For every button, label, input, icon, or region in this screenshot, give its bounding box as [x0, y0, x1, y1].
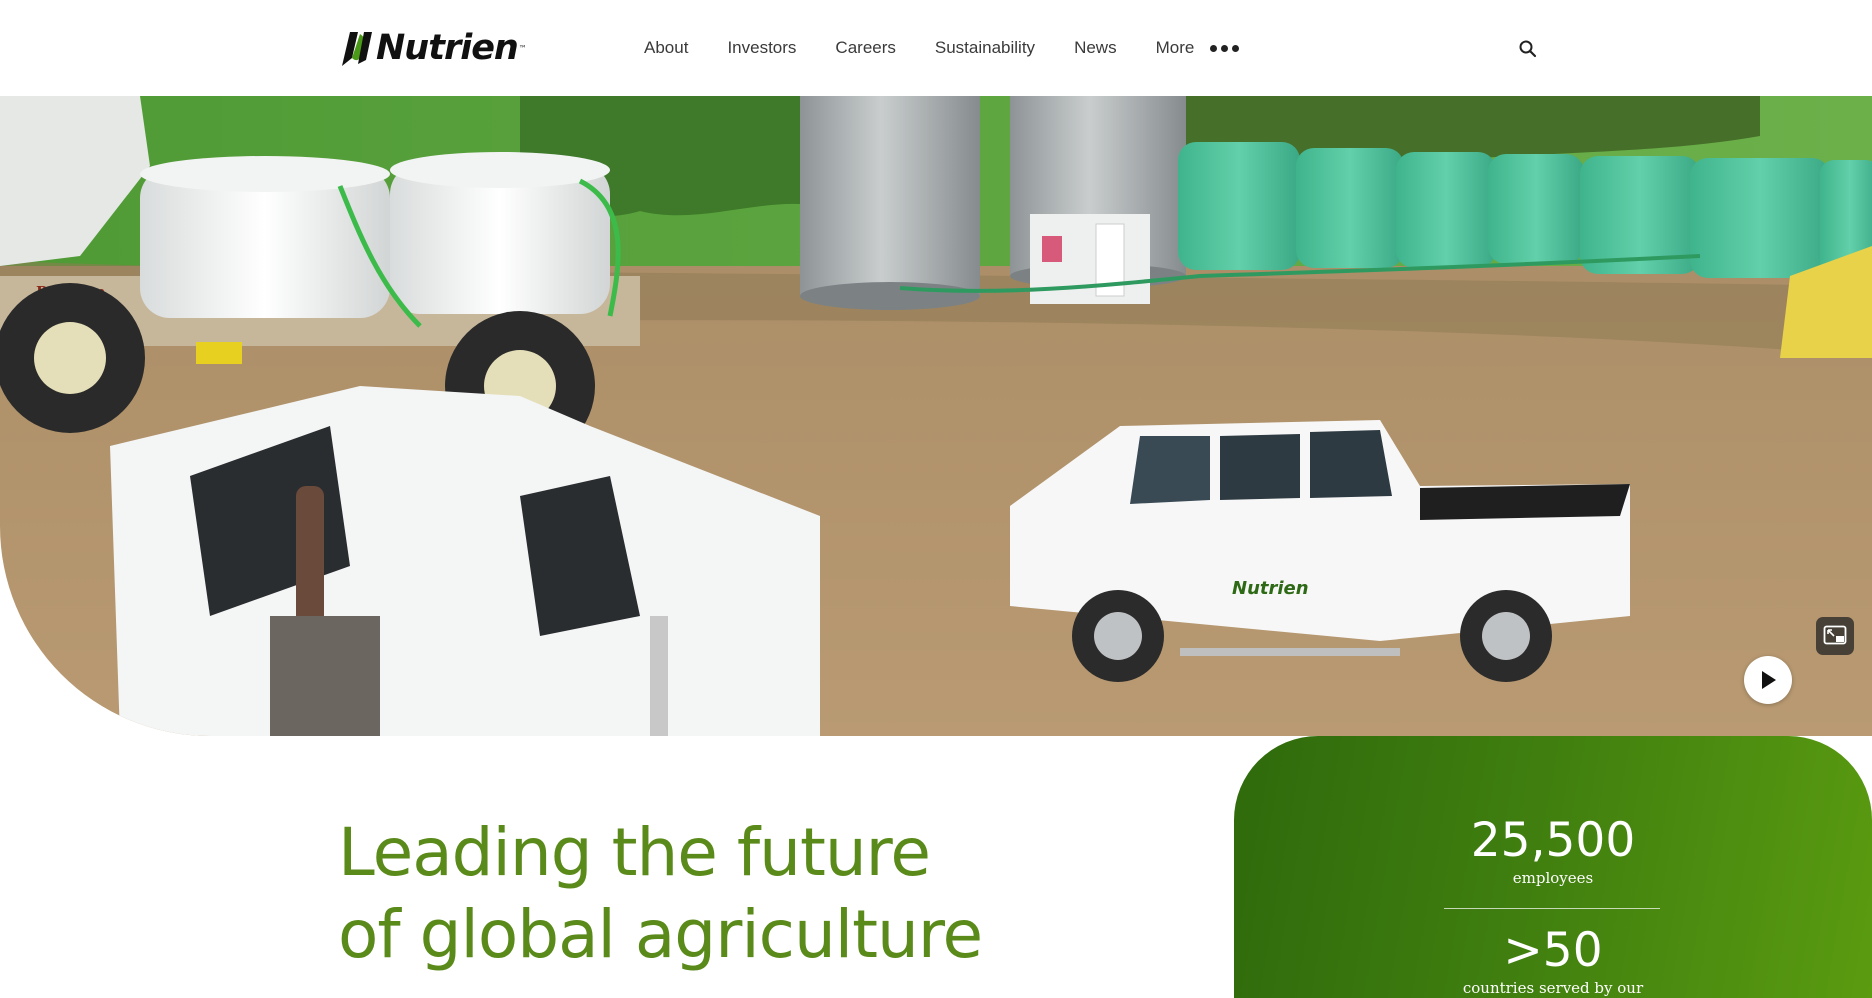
picture-in-picture-icon [1823, 625, 1847, 645]
truck-logo-text: Nutrien [1232, 578, 1309, 599]
nav-item-sustainability[interactable]: Sustainability [935, 38, 1035, 58]
play-button[interactable] [1744, 656, 1792, 704]
nav-item-about[interactable]: About [644, 38, 688, 58]
stat-divider [1444, 908, 1660, 909]
pip-toggle-button[interactable] [1816, 617, 1854, 655]
logo-wordmark: Nutrien [376, 28, 519, 68]
headline-line-1: Leading the future [338, 814, 931, 891]
logo-trademark: ™ [518, 43, 527, 53]
search-button[interactable] [1516, 37, 1540, 61]
stat-value: 25,500 [1470, 813, 1636, 868]
stat-label: countries served by our [1462, 979, 1644, 997]
main-nav: About Investors Careers Sustainability N… [644, 36, 1240, 60]
nav-item-news[interactable]: News [1074, 38, 1117, 58]
headline-line-2: of global agriculture [338, 896, 983, 973]
stat-value: >50 [1503, 923, 1603, 978]
stat-label: employees [1512, 869, 1594, 887]
nav-item-careers[interactable]: Careers [835, 38, 895, 58]
site-header: Nutrien ™ About Investors Careers Sustain… [0, 0, 1872, 96]
play-icon [1762, 671, 1776, 689]
hero-video[interactable]: Pattison Nutrien [0, 96, 1872, 736]
nutrien-leaf-icon [342, 32, 372, 66]
nav-more-label: More [1155, 38, 1195, 57]
nutrien-logo[interactable]: Nutrien ™ [340, 24, 527, 72]
search-icon [1519, 40, 1537, 58]
stat-countries: >50 countries served by our [1444, 924, 1662, 998]
hero-headline: Leading the future of global agriculture [338, 812, 983, 976]
nav-item-investors[interactable]: Investors [727, 38, 796, 58]
more-dots-icon [1210, 44, 1240, 52]
stats-panel: 25,500 employees >50 countries served by… [1234, 736, 1872, 998]
stat-employees: 25,500 employees [1444, 814, 1662, 888]
hero-video-frame: Pattison Nutrien [0, 96, 1872, 736]
nav-more-menu[interactable]: More [1156, 38, 1240, 58]
